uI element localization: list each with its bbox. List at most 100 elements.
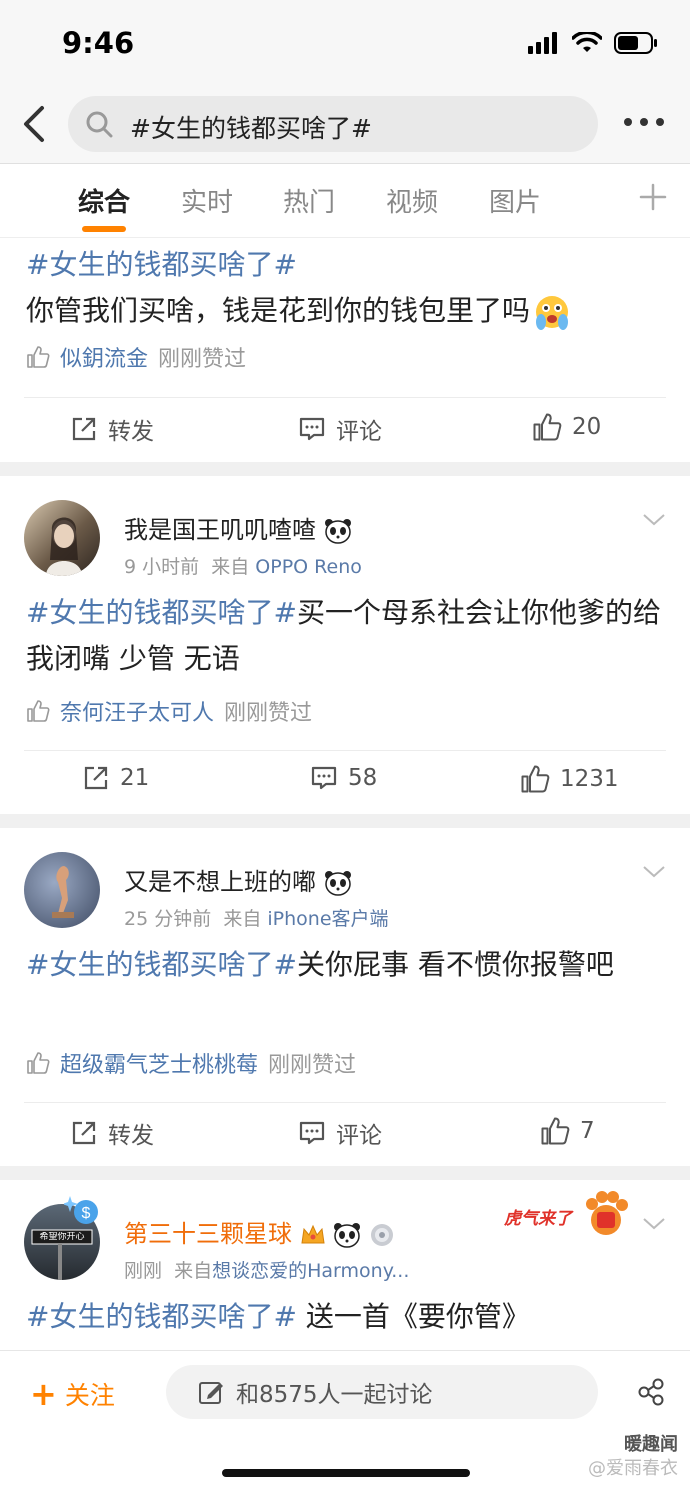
post-content: #女生的钱都买啥了# 送一首《要你管》 xyxy=(26,1294,666,1340)
username[interactable]: 又是不想上班的嘟 xyxy=(124,862,352,897)
thumbs-up-icon xyxy=(541,1117,570,1145)
avatar[interactable] xyxy=(24,500,100,576)
comment-label: 评论 xyxy=(336,419,382,445)
post-actions: 转发 评论 20 xyxy=(0,398,690,458)
watermark: 暖趣闻 @爱雨春衣 xyxy=(588,1433,678,1481)
avatar[interactable] xyxy=(24,852,100,928)
tab-video[interactable]: 视频 xyxy=(386,182,438,219)
like-count: 7 xyxy=(580,1118,595,1144)
like-button[interactable]: 7 xyxy=(540,1116,595,1146)
post-content: #女生的钱都买啥了#买一个母系社会让你他爹的给我闭嘴 少管 无语 xyxy=(26,590,666,682)
avatar-sign-text: 希望你开心 xyxy=(39,1232,85,1242)
share-icon[interactable] xyxy=(636,1377,666,1407)
chevron-down-icon[interactable] xyxy=(642,512,666,528)
comment-count: 58 xyxy=(348,765,378,791)
status-icons xyxy=(528,32,658,54)
add-tab-icon[interactable] xyxy=(638,182,668,212)
post-card-4[interactable]: 希望你开心 $ 第三十三颗星球 刚刚 来自想谈恋爱的Harmony... 虎气来… xyxy=(0,1180,690,1350)
hashtag-link[interactable]: #女生的钱都买啥了# xyxy=(26,1300,297,1333)
repost-button[interactable]: 转发 xyxy=(70,1116,154,1150)
repost-icon xyxy=(72,1121,96,1145)
comment-button[interactable]: 58 xyxy=(310,764,377,792)
watermark-line1: 暖趣闻 xyxy=(624,1434,678,1455)
tab-bar: 综合 实时 热门 视频 图片 xyxy=(0,164,690,238)
tab-comprehensive[interactable]: 综合 xyxy=(78,182,130,219)
battery-icon xyxy=(614,32,657,54)
level-badge-icon xyxy=(370,1224,393,1246)
panda-icon xyxy=(334,1223,361,1248)
liked-by-row: 超级霸气芝士桃桃莓 刚刚赞过 xyxy=(26,1047,356,1079)
chevron-down-icon[interactable] xyxy=(642,1216,666,1232)
username[interactable]: 我是国王叽叽喳喳 xyxy=(124,510,352,545)
liked-by-row: 似鈅流金 刚刚赞过 xyxy=(26,341,246,373)
avatar-photo xyxy=(46,517,82,576)
follow-button[interactable]: + 关注 xyxy=(30,1375,115,1413)
liker-name[interactable]: 似鈅流金 xyxy=(60,341,148,373)
comment-button[interactable]: 评论 xyxy=(298,412,382,446)
liked-suffix: 刚刚赞过 xyxy=(158,347,247,372)
like-button[interactable]: 1231 xyxy=(520,764,619,794)
back-arrow-icon[interactable] xyxy=(18,104,54,144)
repost-label: 转发 xyxy=(108,1123,154,1149)
tiger-promo-badge[interactable]: 虎气来了 xyxy=(504,1188,634,1240)
panda-icon xyxy=(324,519,351,544)
search-input[interactable]: #女生的钱都买啥了# xyxy=(68,96,598,152)
crying-emoji-icon xyxy=(536,296,569,330)
post-meta: 9 小时前 来自 OPPO Reno xyxy=(124,556,362,578)
comment-icon xyxy=(299,417,325,441)
post-content: #女生的钱都买啥了# 你管我们买啥，钱是花到你的钱包里了吗 xyxy=(26,242,666,334)
search-query: #女生的钱都买啥了# xyxy=(130,114,372,143)
status-bar: 9:46 xyxy=(0,0,690,88)
hashtag-link[interactable]: #女生的钱都买啥了# xyxy=(26,248,297,281)
bottom-bar: + 关注 和8575人一起讨论 暖趣闻 @爱雨春衣 xyxy=(0,1350,690,1493)
plus-icon: + xyxy=(30,1375,57,1413)
liker-name[interactable]: 超级霸气芝士桃桃莓 xyxy=(60,1047,258,1079)
liked-suffix: 刚刚赞过 xyxy=(224,701,313,726)
post-card-2[interactable]: 我是国王叽叽喳喳 9 小时前 来自 OPPO Reno #女生的钱都买啥了#买一… xyxy=(0,476,690,814)
wifi-icon xyxy=(572,32,602,52)
post-separator xyxy=(0,462,690,476)
chevron-down-icon[interactable] xyxy=(642,864,666,880)
like-count: 20 xyxy=(572,414,602,440)
post-separator xyxy=(0,1166,690,1180)
post-text: 关你屁事 看不惯你报警吧 xyxy=(296,948,614,981)
post-text: 送一首《要你管》 xyxy=(296,1300,530,1333)
post-text: 你管我们买啥，钱是花到你的钱包里了吗 xyxy=(26,294,531,327)
post-meta: 刚刚 来自想谈恋爱的Harmony... xyxy=(124,1260,410,1282)
follow-label: 关注 xyxy=(64,1381,115,1410)
active-tab-indicator xyxy=(82,226,126,232)
promo-badge-text: 虎气来了 xyxy=(504,1209,572,1229)
cellular-signal-icon xyxy=(528,32,557,54)
search-icon xyxy=(86,111,113,138)
thumbs-up-icon xyxy=(27,700,50,722)
repost-button[interactable]: 转发 xyxy=(70,412,154,446)
discuss-input[interactable]: 和8575人一起讨论 xyxy=(166,1365,598,1419)
discuss-label: 和8575人一起讨论 xyxy=(236,1382,433,1408)
tab-hot[interactable]: 热门 xyxy=(283,182,335,219)
post-actions: 21 58 1231 xyxy=(0,750,690,810)
repost-count: 21 xyxy=(120,765,150,791)
home-indicator[interactable] xyxy=(222,1469,470,1477)
repost-icon xyxy=(72,417,96,441)
watermark-line2: @爱雨春衣 xyxy=(588,1458,678,1479)
comment-label: 评论 xyxy=(336,1123,382,1149)
hashtag-link[interactable]: #女生的钱都买啥了# xyxy=(26,596,297,629)
more-options-icon[interactable] xyxy=(624,112,664,132)
tab-images[interactable]: 图片 xyxy=(489,182,541,219)
hashtag-link[interactable]: #女生的钱都买啥了# xyxy=(26,948,297,981)
post-card-3[interactable]: 又是不想上班的嘟 25 分钟前 来自 iPhone客户端 #女生的钱都买啥了#关… xyxy=(0,828,690,1166)
tiger-paw-icon xyxy=(586,1191,628,1235)
liker-name[interactable]: 奈何汪子太可人 xyxy=(60,695,214,727)
liked-by-row: 奈何汪子太可人 刚刚赞过 xyxy=(26,695,312,727)
panda-icon xyxy=(324,871,351,896)
like-button[interactable]: 20 xyxy=(532,412,601,442)
username[interactable]: 第三十三颗星球 xyxy=(124,1214,395,1249)
comment-button[interactable]: 评论 xyxy=(298,1116,382,1150)
repost-icon xyxy=(84,766,108,790)
repost-button[interactable]: 21 xyxy=(82,764,149,792)
thumbs-up-icon xyxy=(521,765,550,793)
nav-bar: #女生的钱都买啥了# xyxy=(0,88,690,164)
edit-icon xyxy=(199,1382,223,1404)
post-card-1[interactable]: #女生的钱都买啥了# 你管我们买啥，钱是花到你的钱包里了吗 似鈅流金 刚刚赞过 … xyxy=(0,238,690,462)
tab-realtime[interactable]: 实时 xyxy=(181,182,233,219)
